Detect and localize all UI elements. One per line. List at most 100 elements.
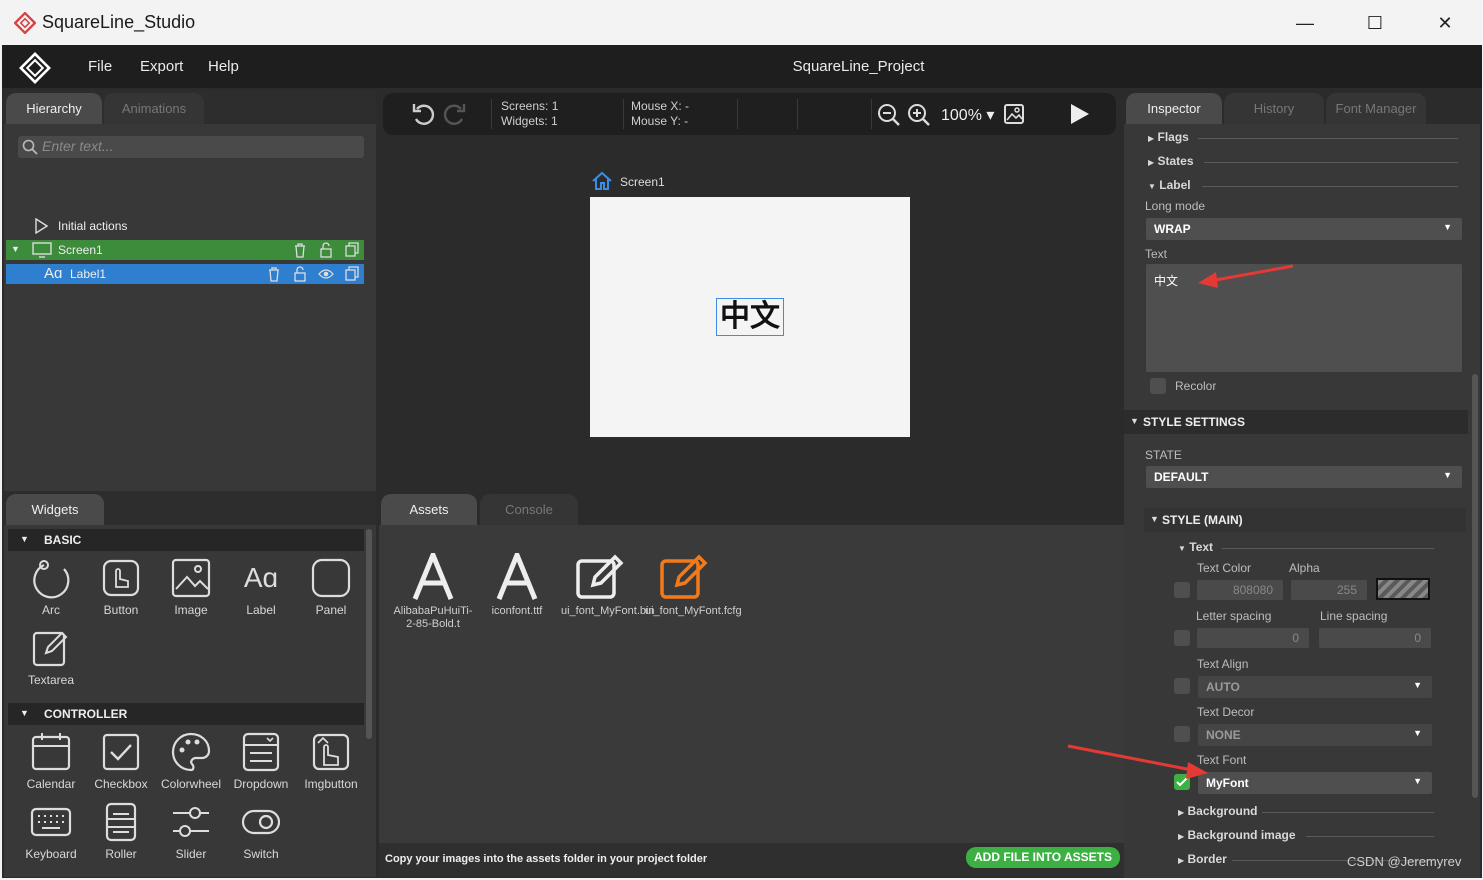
close-button[interactable]: ✕: [1422, 8, 1468, 38]
text-align-checkbox[interactable]: [1174, 678, 1190, 694]
section-text[interactable]: ▼ Text: [1178, 540, 1434, 556]
text-decor-checkbox[interactable]: [1174, 726, 1190, 742]
widget-colorwheel[interactable]: Colorwheel: [156, 731, 226, 797]
long-mode-dropdown[interactable]: WRAP ▼: [1146, 218, 1462, 240]
color-swatch[interactable]: [1376, 578, 1430, 600]
zoom-in-icon[interactable]: [907, 103, 931, 127]
maximize-button[interactable]: ☐: [1352, 8, 1398, 38]
state-dropdown[interactable]: DEFAULT ▼: [1146, 466, 1462, 488]
zoom-out-icon[interactable]: [877, 103, 901, 127]
expand-arrow-icon[interactable]: ▼: [11, 244, 20, 254]
widget-textarea[interactable]: Textarea: [16, 627, 86, 693]
tab-animations[interactable]: Animations: [104, 93, 204, 124]
letter-spacing-input[interactable]: 0: [1197, 628, 1309, 648]
calendar-icon: [31, 733, 71, 771]
recolor-label: Recolor: [1175, 379, 1217, 393]
label-text-input[interactable]: 中文: [1146, 264, 1462, 372]
alpha-input[interactable]: 255: [1291, 580, 1367, 600]
widget-switch[interactable]: Switch: [226, 801, 296, 867]
widget-label: Colorwheel: [160, 777, 222, 791]
tab-widgets[interactable]: Widgets: [6, 494, 104, 525]
widget-keyboard[interactable]: Keyboard: [16, 801, 86, 867]
screenshot-image-icon[interactable]: [1003, 103, 1025, 125]
section-flags[interactable]: ▶ Flags: [1148, 130, 1458, 146]
play-outline-icon: [35, 218, 48, 234]
search-icon: [22, 139, 38, 155]
minimize-button[interactable]: —: [1282, 8, 1328, 38]
widget-label: Panel: [315, 603, 347, 617]
text-font-checkbox[interactable]: [1174, 774, 1190, 790]
tab-inspector[interactable]: Inspector: [1126, 93, 1222, 124]
widget-label: Roller: [105, 847, 137, 861]
widget-label: Imgbutton: [304, 777, 358, 791]
tree-item-screen1[interactable]: ▼ Screen1: [6, 240, 364, 260]
duplicate-icon[interactable]: [344, 266, 360, 282]
hierarchy-tabbar: Hierarchy Animations: [4, 90, 376, 124]
widget-arc[interactable]: Arc: [16, 557, 86, 623]
widget-label: Image: [174, 603, 208, 617]
tab-console[interactable]: Console: [480, 494, 578, 525]
section-states[interactable]: ▶ States: [1148, 154, 1458, 170]
widget-label: Switch: [243, 847, 279, 861]
widget-roller[interactable]: Roller: [86, 801, 156, 867]
style-settings-header[interactable]: ▼ STYLE SETTINGS: [1124, 410, 1468, 434]
asset-myfont-bin[interactable]: ui_font_MyFont.bin: [561, 553, 655, 618]
font-file-icon: [412, 553, 454, 600]
zoom-dropdown[interactable]: 100% ▾: [941, 105, 994, 125]
letter-spacing-checkbox[interactable]: [1174, 630, 1190, 646]
widget-label: Dropdown: [233, 777, 289, 791]
category-controller[interactable]: ▼ CONTROLLER: [8, 703, 364, 725]
text-decor-dropdown[interactable]: NONE ▼: [1198, 724, 1432, 746]
tab-history[interactable]: History: [1224, 93, 1324, 124]
widget-image[interactable]: Image: [156, 557, 226, 623]
assets-panel: Assets Console AlibabaPuHuiTi-2-85-Bold.…: [379, 491, 1124, 877]
state-label: STATE: [1145, 448, 1182, 462]
tree-item-label: Screen1: [58, 243, 103, 257]
widgets-scrollbar[interactable]: [366, 529, 372, 739]
unlock-icon[interactable]: [292, 266, 308, 282]
text-color-checkbox[interactable]: [1174, 582, 1190, 598]
widget-dropdown[interactable]: Dropdown: [226, 731, 296, 797]
recolor-checkbox[interactable]: [1150, 378, 1166, 394]
trash-icon[interactable]: [292, 242, 308, 258]
category-title: CONTROLLER: [44, 707, 128, 721]
label-aa-icon: Aɑ: [243, 562, 279, 593]
eye-icon[interactable]: [318, 266, 334, 282]
tab-font-manager[interactable]: Font Manager: [1326, 93, 1426, 124]
tree-item-label1[interactable]: Aɑ Label1: [6, 264, 364, 284]
canvas-label1[interactable]: 中文: [716, 298, 784, 336]
widget-imgbutton[interactable]: Imgbutton: [296, 731, 366, 797]
asset-alibaba-font[interactable]: AlibabaPuHuiTi-2-85-Bold.t: [393, 553, 473, 631]
text-align-dropdown[interactable]: AUTO ▼: [1198, 676, 1432, 698]
tab-hierarchy[interactable]: Hierarchy: [6, 93, 102, 124]
asset-myfont-fcfg[interactable]: ui_font_MyFont.fcfg: [645, 553, 742, 618]
widget-button[interactable]: Button: [86, 557, 156, 623]
text-font-dropdown[interactable]: MyFont ▼: [1198, 772, 1432, 794]
widget-panel[interactable]: Panel: [296, 557, 366, 623]
widget-calendar[interactable]: Calendar: [16, 731, 86, 797]
hierarchy-search-input[interactable]: Enter text...: [18, 136, 364, 158]
inspector-scrollbar[interactable]: [1472, 374, 1478, 798]
text-color-input[interactable]: 808080: [1197, 580, 1283, 600]
screen-preview[interactable]: 中文: [590, 197, 910, 437]
trash-icon[interactable]: [266, 266, 282, 282]
undo-icon[interactable]: [411, 101, 437, 127]
widget-label-item[interactable]: Aɑ Label: [226, 557, 296, 623]
tree-item-initial-actions[interactable]: Initial actions: [6, 216, 364, 236]
line-spacing-input[interactable]: 0: [1319, 628, 1431, 648]
text-color-label: Text Color: [1197, 561, 1252, 575]
add-file-button[interactable]: ADD FILE INTO ASSETS: [966, 847, 1121, 868]
widget-checkbox[interactable]: Checkbox: [86, 731, 156, 797]
widget-slider[interactable]: Slider: [156, 801, 226, 867]
duplicate-icon[interactable]: [344, 242, 360, 258]
section-background[interactable]: ▶ Background: [1178, 804, 1434, 820]
category-basic[interactable]: ▼ BASIC: [8, 529, 364, 551]
section-background-image[interactable]: ▶ Background image: [1178, 828, 1434, 844]
section-label[interactable]: ▼ Label: [1148, 178, 1458, 194]
unlock-icon[interactable]: [318, 242, 334, 258]
redo-icon[interactable]: [441, 101, 467, 127]
tab-assets[interactable]: Assets: [381, 494, 477, 525]
play-icon[interactable]: [1067, 102, 1091, 126]
asset-iconfont[interactable]: iconfont.ttf: [477, 553, 557, 618]
style-main-header[interactable]: ▼ STYLE (MAIN): [1144, 508, 1466, 532]
